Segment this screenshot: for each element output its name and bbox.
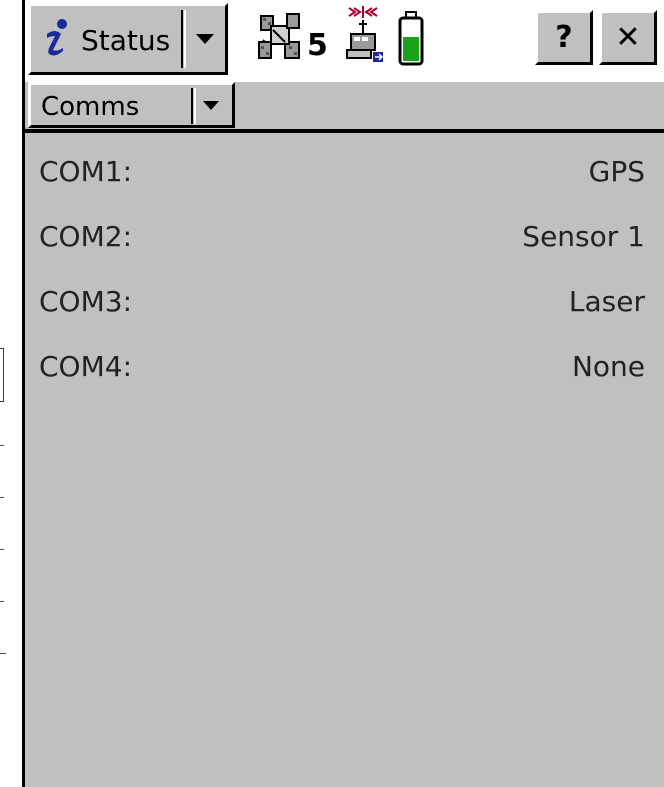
port-label: COM2: <box>39 220 132 253</box>
view-selector-label: Comms <box>41 92 140 122</box>
device-screen: Status 5 ? ✕ Comms COM1: GPS COM2: Senso… <box>22 0 664 787</box>
satellite-count: 5 <box>307 28 328 63</box>
list-item-com1: COM1: GPS <box>25 151 664 191</box>
chevron-down-icon <box>196 34 214 44</box>
port-label: COM3: <box>39 285 132 318</box>
divider <box>181 10 183 68</box>
close-button[interactable]: ✕ <box>599 10 657 65</box>
battery-icon[interactable] <box>397 10 425 68</box>
port-value: None <box>571 350 645 383</box>
divider <box>191 88 193 124</box>
port-value: Sensor 1 <box>522 220 645 253</box>
help-icon: ? <box>555 20 573 55</box>
info-icon <box>47 19 67 56</box>
close-icon: ✕ <box>615 20 641 55</box>
edge-remnant-mark <box>0 497 4 498</box>
status-label: Status <box>81 24 171 57</box>
status-menu-button[interactable]: Status <box>28 3 228 75</box>
port-value: GPS <box>588 155 645 188</box>
edge-remnant-box <box>0 348 4 402</box>
divider <box>194 88 196 124</box>
satellite-icon[interactable] <box>257 12 303 64</box>
list-item-com3: COM3: Laser <box>25 281 664 321</box>
chevron-down-icon <box>203 101 219 110</box>
list-item-com2: COM2: Sensor 1 <box>25 216 664 256</box>
edge-remnant-mark <box>0 653 6 654</box>
edge-remnant-mark <box>0 549 4 550</box>
title-bar: Status 5 ? ✕ Comms <box>25 0 664 128</box>
edge-remnant-mark <box>0 601 4 602</box>
port-value: Laser <box>568 285 645 318</box>
help-button[interactable]: ? <box>535 10 593 65</box>
comms-list: COM1: GPS COM2: Sensor 1 COM3: Laser COM… <box>25 133 664 787</box>
view-selector-dropdown[interactable]: Comms <box>28 82 235 128</box>
divider <box>184 10 186 68</box>
edge-remnant-mark <box>0 445 4 446</box>
list-item-com4: COM4: None <box>25 346 664 386</box>
port-label: COM4: <box>39 350 132 383</box>
radio-link-icon[interactable] <box>337 4 389 66</box>
port-label: COM1: <box>39 155 132 188</box>
